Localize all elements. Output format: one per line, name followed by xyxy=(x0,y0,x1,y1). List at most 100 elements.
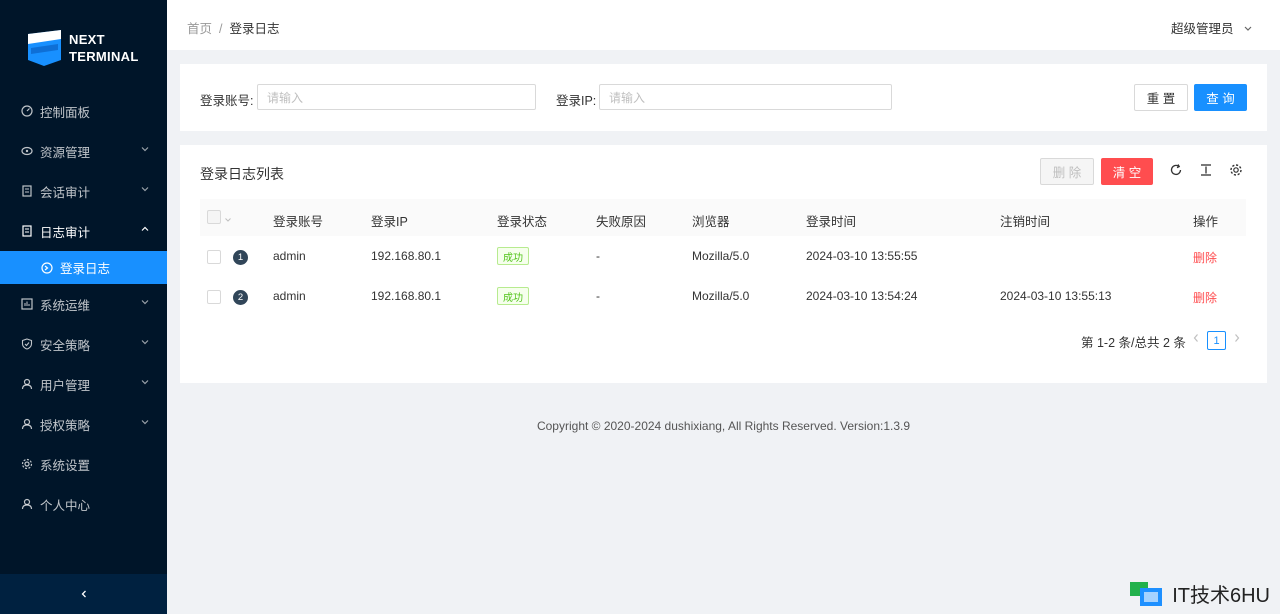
sidebar-item-label: 系统设置 xyxy=(40,458,91,473)
column-header-reason[interactable]: 失败原因 xyxy=(596,211,646,230)
column-header-ip[interactable]: 登录IP xyxy=(371,211,408,230)
header: 首页 / 登录日志 超级管理员 xyxy=(167,0,1280,50)
audit-icon xyxy=(20,185,33,198)
sidebar-item-label: 资源管理 xyxy=(40,145,91,160)
chevron-down-icon xyxy=(140,417,152,429)
chevron-down-icon[interactable] xyxy=(224,213,232,227)
user-icon xyxy=(20,418,33,431)
sidebar-item-log-audit[interactable]: 日志审计 xyxy=(0,211,167,251)
ip-label: 登录IP: xyxy=(556,94,597,108)
sidebar-collapse-button[interactable] xyxy=(0,574,167,614)
sidebar-item-resources[interactable]: 资源管理 xyxy=(0,131,167,171)
search-card: 登录账号: 请输入 登录IP: 请输入 重 置 查 询 xyxy=(180,64,1267,131)
user-name: 超级管理员 xyxy=(1171,22,1234,36)
breadcrumb-home[interactable]: 首页 xyxy=(187,22,212,36)
cell-account: admin xyxy=(273,289,306,303)
column-height-icon[interactable] xyxy=(1198,162,1214,178)
row-index-badge: 2 xyxy=(233,290,248,305)
logo[interactable]: NEXT TERMINAL xyxy=(28,28,139,68)
cloud-icon xyxy=(20,145,33,158)
sidebar-item-profile[interactable]: 个人中心 xyxy=(0,484,167,524)
reset-button[interactable]: 重 置 xyxy=(1134,84,1188,111)
table-row: 1 admin 192.168.80.1 成功 - Mozilla/5.0 20… xyxy=(200,237,1246,277)
sidebar-item-label: 授权策略 xyxy=(40,418,91,433)
row-delete-link[interactable]: 删除 xyxy=(1193,289,1217,306)
status-badge: 成功 xyxy=(497,247,529,265)
row-checkbox[interactable] xyxy=(207,290,221,304)
sidebar-item-security[interactable]: 安全策略 xyxy=(0,324,167,364)
footer-copyright: Copyright © 2020-2024 dushixiang, All Ri… xyxy=(536,419,911,433)
user-menu[interactable]: 超级管理员 xyxy=(1171,18,1253,37)
sidebar: NEXT TERMINAL 控制面板 资源管理 会话审计 日志审计 登录日志 系… xyxy=(0,0,167,614)
cell-reason: - xyxy=(596,249,600,263)
chevron-down-icon xyxy=(140,184,152,196)
cell-login-time: 2024-03-10 13:54:24 xyxy=(806,289,918,303)
sidebar-item-label: 系统运维 xyxy=(40,298,91,313)
account-label: 登录账号: xyxy=(200,94,254,108)
row-index-badge: 1 xyxy=(233,250,248,265)
reload-icon[interactable] xyxy=(1168,162,1184,178)
sidebar-item-ops[interactable]: 系统运维 xyxy=(0,284,167,324)
sidebar-item-label: 会话审计 xyxy=(40,185,91,200)
row-checkbox[interactable] xyxy=(207,250,221,264)
select-all-checkbox[interactable] xyxy=(207,210,221,224)
sidebar-subitem-label: 登录日志 xyxy=(60,262,111,276)
breadcrumb: 首页 / 登录日志 xyxy=(187,18,280,37)
pagination-total: 第 1-2 条/总共 2 条 xyxy=(1081,336,1186,350)
sidebar-item-label: 日志审计 xyxy=(40,225,91,240)
sidebar-item-settings[interactable]: 系统设置 xyxy=(0,444,167,484)
user-icon xyxy=(20,498,33,511)
shield-icon xyxy=(20,338,33,351)
table-title: 登录日志列表 xyxy=(200,166,284,182)
prev-page-icon[interactable] xyxy=(1192,333,1200,346)
account-input[interactable]: 请输入 xyxy=(257,84,536,110)
status-badge: 成功 xyxy=(497,287,529,305)
page-number-button[interactable]: 1 xyxy=(1207,331,1226,350)
column-header-logout-time[interactable]: 注销时间 xyxy=(1000,211,1050,230)
logo-mark-icon xyxy=(28,30,61,66)
sidebar-item-label: 控制面板 xyxy=(40,105,91,120)
sidebar-item-users[interactable]: 用户管理 xyxy=(0,364,167,404)
ops-icon xyxy=(20,298,33,311)
sidebar-item-authorization[interactable]: 授权策略 xyxy=(0,404,167,444)
sidebar-item-label: 用户管理 xyxy=(40,378,91,393)
setting-icon[interactable] xyxy=(1228,162,1244,178)
logo-text-line1: NEXT xyxy=(69,32,105,47)
breadcrumb-current: 登录日志 xyxy=(229,22,280,36)
column-header-browser[interactable]: 浏览器 xyxy=(692,211,730,230)
sidebar-subitem-login-log[interactable]: 登录日志 xyxy=(0,251,167,284)
chevron-down-icon xyxy=(140,377,152,389)
sidebar-item-dashboard[interactable]: 控制面板 xyxy=(0,91,167,131)
cell-login-time: 2024-03-10 13:55:55 xyxy=(806,249,918,263)
cell-browser: Mozilla/5.0 xyxy=(692,289,750,303)
login-log-icon xyxy=(40,261,53,274)
watermark: IT技术6HU xyxy=(1130,579,1270,608)
ip-input[interactable]: 请输入 xyxy=(599,84,892,110)
dashboard-icon xyxy=(20,105,33,118)
cell-account: admin xyxy=(273,249,306,263)
clear-button[interactable]: 清 空 xyxy=(1101,158,1153,185)
table-header: 登录账号 登录IP 登录状态 失败原因 浏览器 登录时间 注销时间 操作 xyxy=(200,199,1246,236)
user-icon xyxy=(20,378,33,391)
column-header-account[interactable]: 登录账号 xyxy=(273,211,323,230)
cell-ip: 192.168.80.1 xyxy=(371,289,442,303)
chevron-left-icon xyxy=(79,586,89,602)
chevron-up-icon xyxy=(140,224,152,236)
column-header-login-time[interactable]: 登录时间 xyxy=(806,211,856,230)
sidebar-menu: 控制面板 资源管理 会话审计 日志审计 登录日志 系统运维 安全策略 用户管理 … xyxy=(0,91,167,524)
cell-ip: 192.168.80.1 xyxy=(371,249,442,263)
query-button[interactable]: 查 询 xyxy=(1194,84,1247,111)
logo-text-line2: TERMINAL xyxy=(69,49,139,64)
column-header-status[interactable]: 登录状态 xyxy=(497,211,547,230)
cell-reason: - xyxy=(596,289,600,303)
row-delete-link[interactable]: 删除 xyxy=(1193,249,1217,266)
watermark-logo-icon xyxy=(1130,580,1166,608)
chevron-down-icon xyxy=(140,337,152,349)
column-header-action: 操作 xyxy=(1193,215,1219,229)
cell-logout-time: 2024-03-10 13:55:13 xyxy=(1000,289,1112,303)
log-icon xyxy=(20,225,33,238)
delete-button[interactable]: 删 除 xyxy=(1040,158,1094,185)
next-page-icon[interactable] xyxy=(1233,333,1241,346)
cell-browser: Mozilla/5.0 xyxy=(692,249,750,263)
sidebar-item-session-audit[interactable]: 会话审计 xyxy=(0,171,167,211)
